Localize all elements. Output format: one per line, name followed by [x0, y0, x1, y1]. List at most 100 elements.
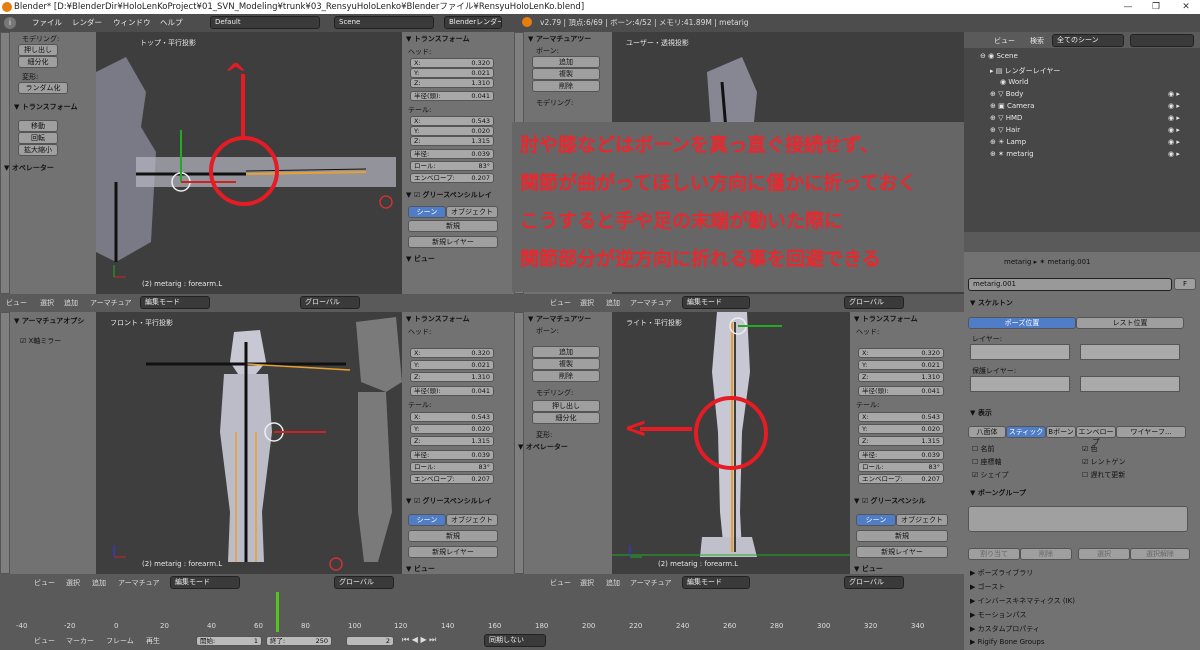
- ghost-panel[interactable]: ▶ ゴースト: [970, 582, 1005, 592]
- maximize-button[interactable]: ❐: [1146, 0, 1166, 14]
- viewport-right[interactable]: ライト・平行投影 (2) metarig : forearm.L: [612, 312, 850, 574]
- envelope-field[interactable]: エンベロープ: 0.207: [858, 474, 944, 484]
- playback-controls[interactable]: ⏮ ◀ ▶ ⏭: [402, 635, 436, 645]
- head-x-field[interactable]: X: 0.320: [858, 348, 944, 358]
- mode-select[interactable]: 編集モード: [170, 576, 240, 589]
- tail-x-field[interactable]: X: 0.543: [858, 412, 944, 422]
- outliner-renderlayer[interactable]: ▸ ▤ レンダーレイヤー: [990, 66, 1060, 76]
- bone-groups-list[interactable]: [968, 506, 1188, 532]
- view-header[interactable]: ▼ ビュー: [406, 564, 435, 574]
- armature-datablock-field[interactable]: metarig.001: [968, 278, 1172, 291]
- grease-pencil-header[interactable]: ▼ ☑ グリースペンシルレイ: [406, 190, 492, 200]
- wire-toggle[interactable]: ワイヤーフ...: [1116, 426, 1186, 438]
- head-y-field[interactable]: Y: 0.021: [410, 360, 494, 370]
- header-view-menu[interactable]: ビュー: [550, 578, 571, 588]
- tail-z-field[interactable]: Z: 1.315: [410, 136, 494, 146]
- shapes-checkbox[interactable]: ☑ シェイプ: [972, 470, 1009, 480]
- outliner-search-input[interactable]: [1130, 34, 1194, 47]
- rotate-button[interactable]: 回転: [18, 132, 58, 144]
- outliner-search-menu[interactable]: 検索: [1030, 36, 1044, 46]
- header-select-menu[interactable]: 選択: [66, 578, 80, 588]
- sync-select[interactable]: 同期しない: [484, 634, 546, 647]
- transform-header[interactable]: ▼ トランスフォーム: [406, 34, 469, 44]
- mode-select[interactable]: 編集モード: [140, 296, 210, 309]
- tail-z-field[interactable]: Z: 1.315: [858, 436, 944, 446]
- head-z-field[interactable]: Z: 1.310: [410, 78, 494, 88]
- scene-select[interactable]: Scene: [334, 16, 434, 29]
- fake-user-button[interactable]: F: [1174, 278, 1196, 290]
- timeline-marker-menu[interactable]: マーカー: [66, 636, 94, 646]
- header-view-menu[interactable]: ビュー: [550, 298, 571, 308]
- timeline-frame-menu[interactable]: フレーム: [106, 636, 134, 646]
- header-add-menu[interactable]: 追加: [92, 578, 106, 588]
- delay-checkbox[interactable]: ☐ 遅れて更新: [1082, 470, 1125, 480]
- tool-shelf-tabs[interactable]: [0, 312, 10, 574]
- current-frame-field[interactable]: 2: [346, 636, 394, 646]
- view-header[interactable]: ▼ ビュー: [406, 254, 435, 264]
- extrude-button[interactable]: 押し出し: [18, 44, 58, 56]
- radius-field[interactable]: 半径: 0.039: [410, 149, 494, 159]
- info-icon[interactable]: i: [4, 17, 16, 29]
- properties-tabs[interactable]: [964, 232, 1200, 252]
- object-toggle[interactable]: オブジェクト: [446, 514, 498, 526]
- head-y-field[interactable]: Y: 0.021: [410, 68, 494, 78]
- new-button[interactable]: 新規: [408, 530, 498, 542]
- outliner-body[interactable]: ⊕ ▽ Body: [990, 90, 1023, 98]
- duplicate-bone-button[interactable]: 複製: [532, 68, 600, 80]
- orientation-select[interactable]: グローバル: [844, 576, 904, 589]
- pose-library-panel[interactable]: ▶ ポーズライブラリ: [970, 568, 1033, 578]
- timeline[interactable]: -40 -20 0 20 40 60 80 100 120 140 160 18…: [0, 592, 964, 632]
- names-checkbox[interactable]: ☐ 名前: [972, 444, 995, 454]
- minimize-button[interactable]: —: [1118, 0, 1138, 14]
- bone-groups-header[interactable]: ▼ ボーングループ: [970, 488, 1026, 498]
- header-view-menu[interactable]: ビュー: [6, 298, 27, 308]
- orientation-select[interactable]: グローバル: [844, 296, 904, 309]
- grease-pencil-header[interactable]: ▼ ☑ グリースペンシル: [854, 496, 926, 506]
- new-layer-button[interactable]: 新規レイヤー: [856, 546, 948, 558]
- armature-tools-header[interactable]: ▼ アーマチュアツー: [528, 314, 591, 324]
- menu-render[interactable]: レンダー: [72, 17, 102, 28]
- armature-tools-header[interactable]: ▼ アーマチュアツー: [528, 34, 591, 44]
- menu-file[interactable]: ファイル: [32, 17, 62, 28]
- display-header[interactable]: ▼ 表示: [970, 408, 992, 418]
- head-y-field[interactable]: Y: 0.021: [858, 360, 944, 370]
- header-armature-menu[interactable]: アーマチュア: [630, 578, 671, 588]
- grease-pencil-header[interactable]: ▼ ☑ グリースペンシルレイ: [406, 496, 492, 506]
- head-radius-field[interactable]: 半径(頭): 0.041: [410, 386, 494, 396]
- tail-z-field[interactable]: Z: 1.315: [410, 436, 494, 446]
- add-bone-button[interactable]: 追加: [532, 56, 600, 68]
- head-z-field[interactable]: Z: 1.310: [410, 372, 494, 382]
- header-armature-menu[interactable]: アーマチュア: [90, 298, 131, 308]
- mode-select[interactable]: 編集モード: [682, 296, 750, 309]
- visibility-eye-icon[interactable]: ◉ ▸: [1168, 102, 1180, 110]
- header-add-menu[interactable]: 追加: [606, 578, 620, 588]
- rigify-panel[interactable]: ▶ Rigify Bone Groups: [970, 638, 1045, 646]
- randomize-button[interactable]: ランダム化: [18, 82, 68, 94]
- header-select-menu[interactable]: 選択: [580, 578, 594, 588]
- assign-button[interactable]: 割り当て: [968, 548, 1020, 560]
- outliner-hair[interactable]: ⊕ ▽ Hair: [990, 126, 1020, 134]
- duplicate-bone-button[interactable]: 複製: [532, 358, 600, 370]
- octahedral-toggle[interactable]: 八面体: [968, 426, 1006, 438]
- pose-position-toggle[interactable]: ポーズ位置: [968, 317, 1076, 329]
- menu-help[interactable]: ヘルプ: [160, 17, 183, 28]
- header-armature-menu[interactable]: アーマチュア: [118, 578, 159, 588]
- layer-grid[interactable]: [970, 344, 1070, 360]
- outliner-view-menu[interactable]: ビュー: [994, 36, 1015, 46]
- custom-properties-panel[interactable]: ▶ カスタムプロパティ: [970, 624, 1040, 634]
- object-toggle[interactable]: オブジェクト: [896, 514, 948, 526]
- armature-options-header[interactable]: ▼ アーマチュアオプシ: [14, 316, 84, 326]
- scene-toggle[interactable]: シーン: [408, 514, 446, 526]
- tail-y-field[interactable]: Y: 0.020: [858, 424, 944, 434]
- radius-field[interactable]: 半径: 0.039: [858, 450, 944, 460]
- header-select-menu[interactable]: 選択: [580, 298, 594, 308]
- start-frame-field[interactable]: 開始: 1: [196, 636, 262, 646]
- scene-toggle[interactable]: シーン: [856, 514, 896, 526]
- visibility-eye-icon[interactable]: ◉ ▸: [1168, 126, 1180, 134]
- new-button[interactable]: 新規: [856, 530, 948, 542]
- roll-field[interactable]: ロール: 83°: [858, 462, 944, 472]
- roll-field[interactable]: ロール: 83°: [410, 161, 494, 171]
- tail-y-field[interactable]: Y: 0.020: [410, 126, 494, 136]
- bbone-toggle[interactable]: Bボーン: [1046, 426, 1076, 438]
- subdivide-button[interactable]: 細分化: [532, 412, 600, 424]
